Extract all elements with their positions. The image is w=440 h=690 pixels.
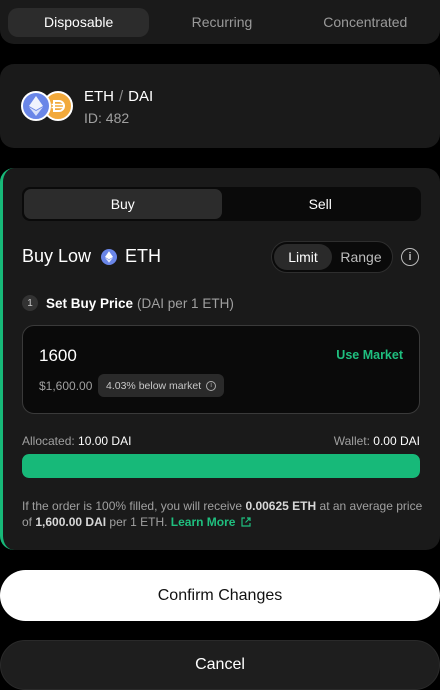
step-title: Set Buy Price bbox=[46, 295, 134, 311]
range-option[interactable]: Range bbox=[332, 244, 390, 270]
limit-option[interactable]: Limit bbox=[274, 244, 332, 270]
average-price: 1,600.00 DAI bbox=[35, 515, 107, 529]
allocation-slider[interactable] bbox=[22, 454, 420, 478]
info-icon[interactable]: i bbox=[401, 248, 419, 266]
eth-icon bbox=[101, 248, 118, 265]
sell-tab[interactable]: Sell bbox=[222, 189, 420, 219]
summary-text-1: If the order is 100% filled, you will re… bbox=[22, 499, 243, 513]
wallet-label: Wallet: bbox=[333, 434, 370, 448]
mode-toggle: Limit Range bbox=[271, 241, 393, 273]
tab-disposable[interactable]: Disposable bbox=[8, 7, 150, 37]
pair-card: ETH / DAI ID: 482 bbox=[0, 64, 440, 148]
wallet-info: Wallet: 0.00 DAI bbox=[334, 434, 420, 448]
pair-id: ID: 482 bbox=[84, 110, 130, 126]
info-icon[interactable]: i bbox=[206, 380, 217, 391]
receive-amount: 0.00625 ETH bbox=[245, 499, 317, 513]
step-subtitle: (DAI per 1 ETH) bbox=[137, 295, 234, 311]
heading-token: ETH bbox=[125, 246, 162, 266]
side-toggle: Buy Sell bbox=[22, 187, 421, 221]
pair-title: ETH / DAI bbox=[84, 88, 153, 105]
wallet-value: 0.00 DAI bbox=[373, 434, 420, 448]
learn-more-text: Learn More bbox=[170, 515, 236, 529]
eth-icon bbox=[21, 91, 51, 121]
allocated-value: 10.00 DAI bbox=[78, 434, 132, 448]
buy-tab[interactable]: Buy bbox=[24, 189, 222, 219]
allocated-label: Allocated: bbox=[22, 434, 75, 448]
step-header: 1 Set Buy Price (DAI per 1 ETH) bbox=[22, 295, 234, 311]
strategy-tabs: Disposable Recurring Concentrated bbox=[0, 0, 440, 44]
price-usd-value: $1,600.00 bbox=[39, 379, 93, 393]
allocation-row: Allocated: 10.00 DAI Wallet: 0.00 DAI bbox=[22, 434, 420, 448]
tab-concentrated[interactable]: Concentrated bbox=[295, 8, 436, 37]
allocated-info: Allocated: 10.00 DAI bbox=[22, 434, 131, 448]
summary-text-3: per 1 ETH. bbox=[109, 515, 168, 529]
pair-base: ETH bbox=[84, 88, 114, 105]
price-input[interactable]: 1600 bbox=[39, 346, 77, 366]
price-input-box[interactable]: 1600 Use Market $1,600.00 4.03% below ma… bbox=[22, 325, 420, 414]
tab-recurring[interactable]: Recurring bbox=[151, 8, 292, 37]
use-market-button[interactable]: Use Market bbox=[336, 348, 403, 362]
step-number: 1 bbox=[22, 295, 38, 311]
confirm-changes-button[interactable]: Confirm Changes bbox=[0, 570, 440, 621]
order-card: Buy Sell Buy Low ETH Limit Range i 1 Set… bbox=[0, 168, 440, 550]
pair-separator: / bbox=[119, 88, 124, 105]
below-market-text: 4.03% below market bbox=[106, 379, 202, 392]
order-heading: Buy Low ETH bbox=[22, 246, 161, 267]
pair-quote: DAI bbox=[128, 88, 154, 105]
learn-more-link[interactable]: Learn More bbox=[171, 515, 251, 529]
cancel-button[interactable]: Cancel bbox=[0, 640, 440, 690]
below-market-badge: 4.03% below market i bbox=[98, 374, 225, 397]
external-link-icon bbox=[241, 517, 251, 527]
heading-prefix: Buy Low bbox=[22, 246, 92, 266]
allocation-fill bbox=[22, 454, 420, 478]
order-summary: If the order is 100% filled, you will re… bbox=[22, 498, 424, 530]
